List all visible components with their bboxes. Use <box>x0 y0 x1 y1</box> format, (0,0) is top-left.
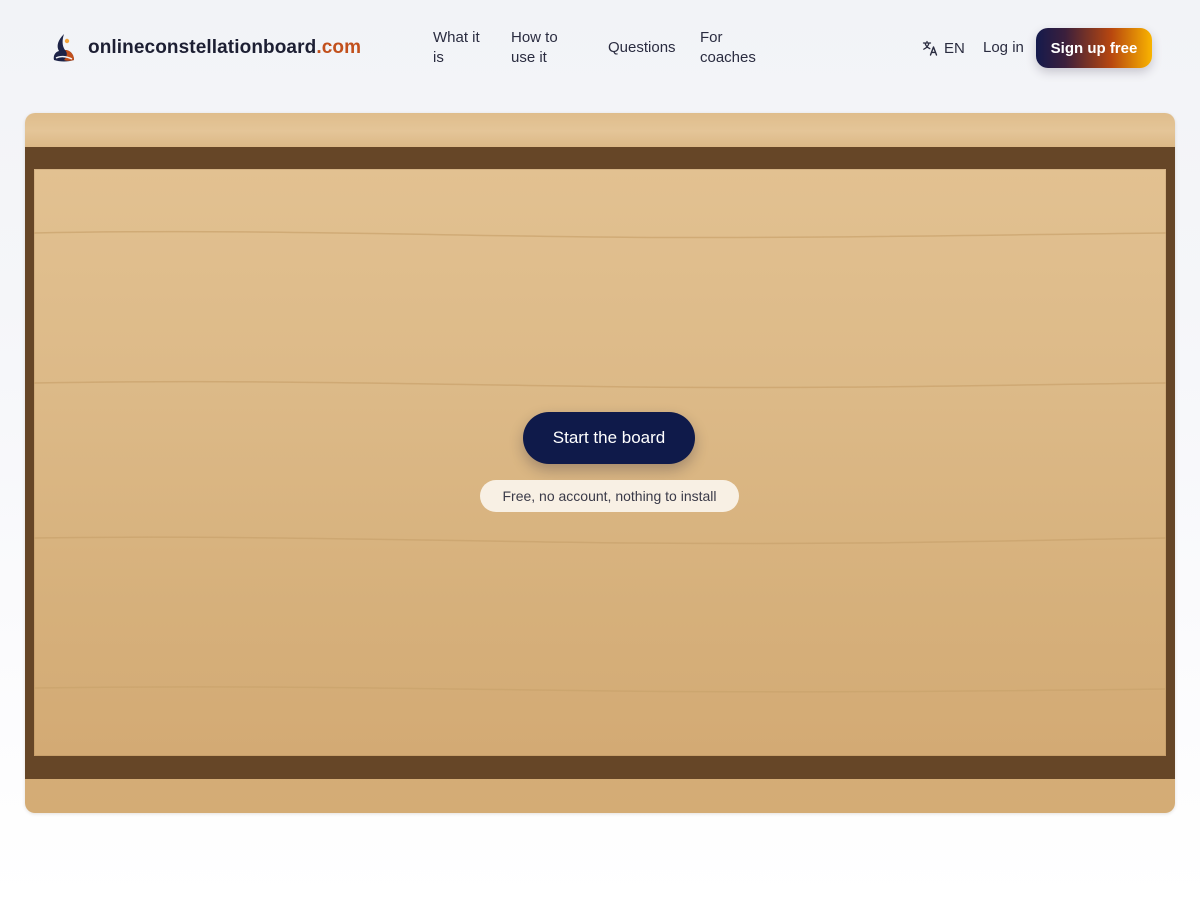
nav-questions[interactable]: Questions <box>608 38 688 58</box>
constellation-logo-icon <box>53 34 74 62</box>
start-board-button[interactable]: Start the board <box>523 412 695 464</box>
board-frame: Start the board Free, no account, nothin… <box>25 147 1175 779</box>
translate-icon <box>922 40 938 56</box>
signup-button[interactable]: Sign up free <box>1036 28 1152 68</box>
nav-what-it-is[interactable]: What it is <box>433 28 493 68</box>
site-header: onlineconstellationboard.com What it is … <box>0 0 1200 96</box>
login-link[interactable]: Log in <box>983 38 1024 58</box>
brand-logo-link[interactable]: onlineconstellationboard.com <box>50 31 361 65</box>
start-board-note: Free, no account, nothing to install <box>480 480 739 512</box>
board-surface[interactable]: Start the board Free, no account, nothin… <box>34 169 1166 756</box>
brand-tld: .com <box>316 37 362 58</box>
language-switcher[interactable]: EN <box>922 37 965 59</box>
nav-how-to-use-it[interactable]: How to use it <box>511 28 571 68</box>
language-code: EN <box>944 39 965 57</box>
nav-for-coaches[interactable]: For coaches <box>700 28 764 68</box>
brand-name: onlineconstellationboard.com <box>88 37 362 58</box>
constellation-board: Start the board Free, no account, nothin… <box>25 113 1175 813</box>
